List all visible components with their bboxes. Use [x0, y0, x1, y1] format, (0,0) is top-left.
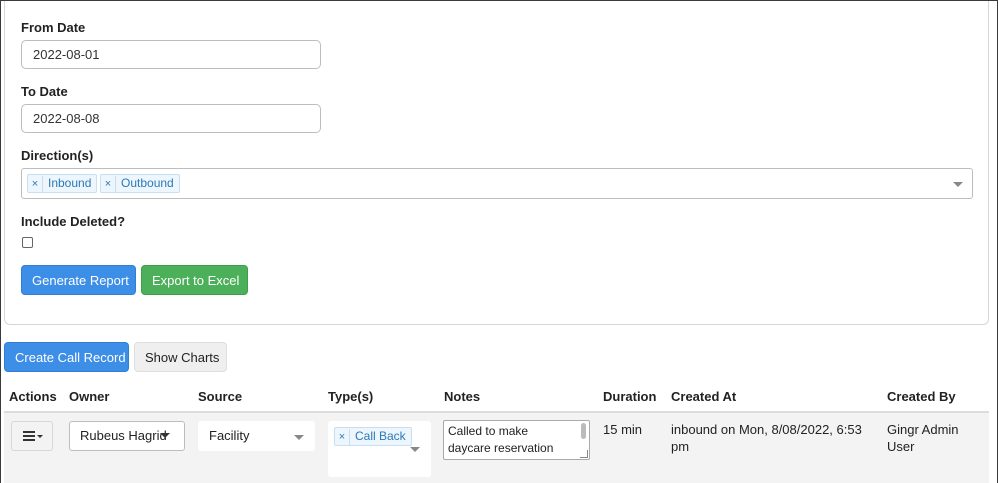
dropdown-caret-icon[interactable] [953, 182, 963, 187]
directions-multiselect[interactable]: × Inbound × Outbound [21, 168, 973, 199]
created-at-cell: inbound on Mon, 8/08/2022, 6:53 pm [671, 422, 862, 454]
source-selected-value: Facility [209, 428, 250, 443]
created-by-cell: Gingr Admin User [887, 422, 959, 454]
column-header-types[interactable]: Type(s) [328, 389, 373, 404]
notes-scrollbar[interactable] [581, 423, 586, 439]
owner-select[interactable]: Rubeus Hagrid [69, 421, 185, 451]
column-header-owner[interactable]: Owner [69, 389, 109, 404]
types-multiselect[interactable]: × Call Back [328, 421, 431, 477]
direction-tag-inbound: × Inbound [27, 174, 98, 193]
source-select[interactable]: Facility [198, 421, 315, 451]
export-excel-button[interactable]: Export to Excel [141, 265, 248, 295]
column-header-duration[interactable]: Duration [603, 389, 656, 404]
notes-text: Called to make daycare reservation [448, 424, 554, 455]
direction-tag-outbound: × Outbound [100, 174, 180, 193]
report-filter-panel: From Date 2022-08-01 To Date 2022-08-08 … [4, 1, 989, 325]
row-actions-button[interactable] [11, 421, 53, 451]
create-call-record-button[interactable]: Create Call Record [4, 342, 129, 372]
dropdown-caret-icon [160, 433, 170, 438]
remove-tag-icon[interactable]: × [28, 176, 43, 193]
type-tag-label: Call Back [355, 429, 406, 443]
dropdown-caret-icon [294, 435, 304, 440]
directions-label: Direction(s) [21, 148, 94, 163]
include-deleted-checkbox[interactable] [22, 237, 33, 248]
owner-selected-value: Rubeus Hagrid [80, 428, 167, 443]
show-charts-button[interactable]: Show Charts [134, 342, 227, 372]
hamburger-menu-icon [23, 431, 43, 441]
generate-report-button[interactable]: Generate Report [21, 265, 136, 295]
resize-grip-icon[interactable] [580, 450, 588, 458]
remove-tag-icon[interactable]: × [335, 429, 350, 446]
column-header-source[interactable]: Source [198, 389, 242, 404]
from-date-input[interactable]: 2022-08-01 [21, 40, 321, 69]
remove-tag-icon[interactable]: × [101, 176, 116, 193]
to-date-input[interactable]: 2022-08-08 [21, 104, 321, 133]
notes-textarea[interactable]: Called to make daycare reservation [443, 420, 590, 460]
column-header-created-at[interactable]: Created At [671, 389, 736, 404]
direction-tag-label: Outbound [121, 176, 174, 190]
direction-tag-label: Inbound [48, 176, 92, 190]
include-deleted-label: Include Deleted? [21, 214, 126, 229]
column-header-notes[interactable]: Notes [444, 389, 480, 404]
duration-cell: 15 min [603, 422, 643, 437]
column-header-created-by[interactable]: Created By [887, 389, 956, 404]
dropdown-caret-icon [410, 447, 420, 452]
to-date-label: To Date [21, 84, 68, 99]
column-header-actions[interactable]: Actions [9, 389, 57, 404]
from-date-label: From Date [21, 20, 86, 35]
type-tag-call-back: × Call Back [334, 427, 412, 446]
